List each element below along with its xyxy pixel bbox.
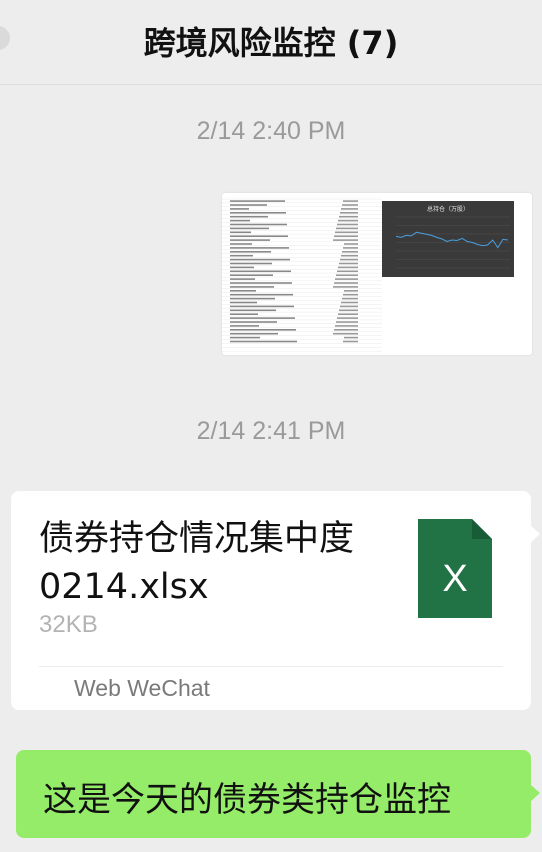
file-size: 32KB (39, 611, 98, 638)
sheet-cell-text (230, 290, 256, 292)
sheet-cell-text (230, 286, 274, 288)
spreadsheet-preview (222, 198, 382, 352)
timestamp: 2/14 2:40 PM (196, 117, 346, 145)
sheet-cell-number (338, 266, 358, 269)
sheet-cell-text (230, 305, 294, 308)
sheet-cell-text (230, 204, 267, 206)
sheet-cell-number (334, 235, 358, 237)
sheet-cell-number (344, 243, 358, 245)
sheet-cell-number (336, 321, 358, 323)
sheet-cell-text (230, 247, 289, 249)
sheet-cell-number (337, 270, 358, 273)
sheet-cell-text (230, 208, 249, 210)
sheet-chart-plot (395, 216, 510, 269)
sheet-cell-number (336, 227, 358, 230)
sheet-cell-text (230, 332, 278, 335)
sheet-cell-number (341, 208, 358, 210)
excel-icon-letter: X (442, 558, 467, 600)
sheet-cell-text (230, 243, 252, 245)
sheet-cell-text (230, 317, 295, 319)
sheet-cell-number (344, 290, 358, 292)
bubble-tail (530, 784, 540, 802)
sheet-cell-number (333, 239, 358, 241)
sheet-cell-text (230, 325, 259, 327)
sheet-cell-number (340, 258, 358, 261)
sheet-cell-number (337, 317, 358, 319)
chat-title: 跨境风险监控 (7) (143, 24, 399, 62)
sheet-cell-text (230, 274, 273, 276)
sheet-cell-number (335, 325, 358, 327)
sheet-cell-number (336, 274, 358, 276)
sheet-cell-text (230, 340, 297, 343)
sheet-cell-text (230, 254, 253, 257)
sheet-cell-number (339, 262, 358, 265)
chat-header: 跨境风险监控 (7) (0, 0, 542, 85)
sheet-cell-text (230, 200, 285, 202)
sheet-cell-text (230, 227, 269, 230)
sheet-cell-number (335, 278, 358, 280)
excel-file-icon: X (418, 519, 492, 618)
sheet-cell-number (337, 223, 358, 226)
sheet-cell-text (230, 270, 291, 273)
sheet-cell-text (230, 258, 290, 261)
sheet-chart: 总持仓（万股） (382, 201, 514, 277)
sheet-cell-number (342, 297, 358, 300)
sheet-cell-number (341, 254, 358, 257)
sheet-cell-text (230, 278, 255, 280)
spreadsheet-image-message[interactable]: 总持仓（万股） (222, 193, 532, 355)
sheet-cell-number (342, 204, 358, 206)
sheet-cell-number (343, 247, 358, 249)
sheet-cell-text (230, 262, 272, 265)
sheet-cell-text (230, 223, 287, 226)
divider (39, 666, 503, 667)
outgoing-text-message[interactable]: 这是今天的债券类持仓监控 (16, 750, 540, 838)
sheet-cell-text (230, 297, 275, 300)
sheet-cell-text (230, 301, 257, 304)
sheet-cell-number (341, 301, 358, 304)
sheet-cell-number (343, 200, 358, 202)
sheet-cell-text (230, 313, 258, 315)
sheet-cell-text (230, 309, 276, 312)
sheet-cell-text (230, 293, 293, 296)
sheet-cell-number (343, 340, 358, 343)
sheet-cell-number (339, 215, 358, 218)
sheet-cell-text (230, 336, 260, 339)
file-source-label: Web WeChat (74, 675, 210, 701)
timestamp: 2/14 2:41 PM (196, 417, 346, 445)
sheet-cell-number (334, 282, 358, 284)
sheet-cell-text (230, 231, 251, 234)
sheet-cell-number (334, 329, 358, 331)
sheet-cell-number (342, 251, 358, 253)
sheet-cell-text (230, 266, 254, 269)
sheet-cell-number (338, 313, 358, 315)
file-name: 债券持仓情况集中度 0214.xlsx (39, 519, 355, 607)
sheet-cell-number (343, 293, 358, 296)
sheet-cell-text (230, 321, 277, 323)
sheet-cell-number (340, 305, 358, 308)
sheet-cell-number (335, 231, 358, 234)
bubble-tail (530, 525, 540, 543)
sheet-cell-number (339, 309, 358, 312)
message-text: 这是今天的债券类持仓监控 (43, 780, 451, 820)
sheet-cell-text (230, 239, 270, 241)
sheet-cell-text (230, 251, 271, 253)
file-message-card[interactable]: 债券持仓情况集中度 0214.xlsx 32KB X Web WeChat (11, 491, 540, 710)
sheet-cell-text (230, 282, 292, 284)
chart-series-line (395, 231, 509, 249)
sheet-cell-number (333, 286, 358, 288)
sheet-cell-number (340, 212, 358, 214)
sheet-cell-text (230, 219, 250, 222)
sheet-cell-number (344, 336, 358, 339)
sheet-cell-number (333, 332, 358, 335)
sheet-cell-text (230, 235, 288, 237)
sheet-cell-text (230, 212, 286, 214)
sheet-cell-text (230, 329, 296, 331)
sheet-cell-text (230, 215, 268, 218)
sheet-cell-number (338, 219, 358, 222)
